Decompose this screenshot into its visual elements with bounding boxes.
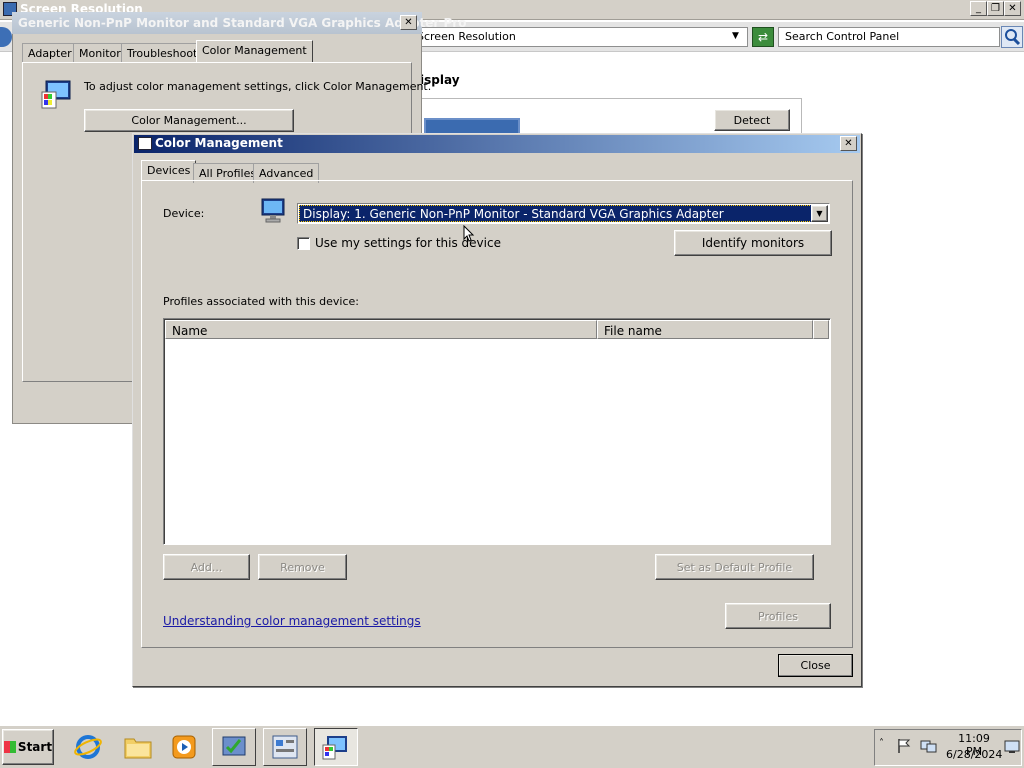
device-label: Device: [163,207,205,220]
remove-profile-button[interactable]: Remove [258,554,347,580]
tab-devices[interactable]: Devices [141,160,197,182]
color-management-button[interactable]: Color Management... [84,109,294,132]
folder-icon[interactable] [118,729,158,765]
windows-flag-icon [3,741,16,753]
minimize-button[interactable]: _ [970,1,987,16]
address-text: Screen Resolution [417,30,516,43]
tab-color-management[interactable]: Color Management [196,40,313,63]
start-label: Start [17,740,53,754]
clock-date[interactable]: 6/28/2024 [946,748,1002,761]
color-management-title: Color Management [155,136,283,150]
taskbar-app-server-manager[interactable] [263,728,307,766]
column-header-file-name[interactable]: File name [597,320,813,339]
device-selected-value[interactable]: Display: 1. Generic Non-PnP Monitor - St… [299,205,812,222]
add-profile-button[interactable]: Add... [163,554,250,580]
refresh-icon[interactable]: ⇄ [752,27,774,47]
tab-monitor[interactable]: Monitor [73,43,127,63]
color-management-close-x[interactable]: ✕ [840,136,857,151]
show-desktop-icon[interactable] [1004,740,1020,757]
monitor-icon [259,196,289,226]
color-management-info-text: To adjust color management settings, cli… [84,80,432,93]
tab-adapter[interactable]: Adapter [22,43,78,63]
identify-monitors-button[interactable]: Identify monitors [674,230,832,256]
taskbar-app-control-panel[interactable] [212,728,256,766]
search-input[interactable]: Search Control Panel [778,27,1000,47]
address-dropdown-icon[interactable]: ▼ [732,31,739,41]
set-default-profile-button[interactable]: Set as Default Profile [655,554,814,580]
color-management-icon [40,78,72,110]
search-icon[interactable] [1001,26,1023,48]
show-hidden-icons-icon[interactable]: ˄ [879,738,884,749]
tab-troubleshoot[interactable]: Troubleshoot [121,43,204,63]
understanding-color-management-link[interactable]: Understanding color management settings [163,614,421,628]
chevron-down-icon[interactable]: ▼ [811,205,828,222]
action-center-flag-icon[interactable] [896,738,912,757]
color-management-title-icon [138,137,152,150]
mouse-cursor-icon [463,224,475,243]
address-field[interactable]: Screen Resolution [412,27,748,47]
close-button[interactable]: Close [778,654,853,677]
restore-button[interactable]: ❐ [987,1,1004,16]
column-header-filler [813,320,829,339]
start-button[interactable]: Start [2,729,54,765]
search-placeholder: Search Control Panel [785,30,900,43]
media-player-icon[interactable] [164,729,204,765]
use-my-settings-checkbox[interactable] [297,237,310,250]
properties-close-button[interactable]: ✕ [400,15,417,30]
profiles-label: Profiles associated with this device: [163,295,360,308]
profiles-list[interactable] [163,318,831,545]
close-window-button[interactable]: ✕ [1004,1,1021,16]
taskbar-app-display-settings[interactable] [314,728,358,766]
profiles-button[interactable]: Profiles [725,603,831,629]
column-header-name[interactable]: Name [165,320,597,339]
network-icon[interactable] [920,738,938,757]
detect-button[interactable]: Detect [714,109,790,131]
internet-explorer-icon[interactable] [68,729,108,765]
